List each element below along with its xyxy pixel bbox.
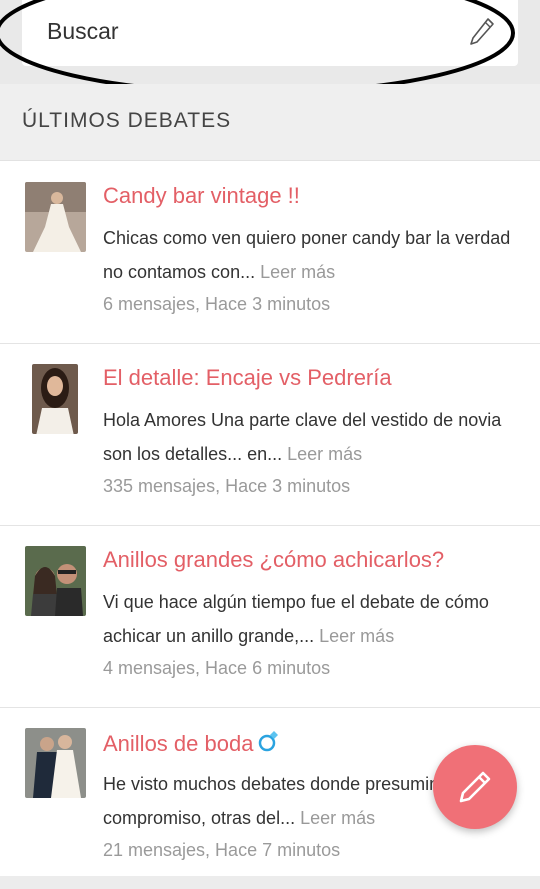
avatar	[25, 546, 86, 616]
pencil-icon	[459, 771, 491, 803]
section-header: ÚLTIMOS DEBATES	[0, 84, 540, 160]
section-title: ÚLTIMOS DEBATES	[22, 109, 232, 132]
read-more-link[interactable]: Leer más	[319, 626, 394, 646]
list-item[interactable]: Anillos grandes ¿cómo achicarlos? Vi que…	[0, 525, 540, 708]
avatar	[25, 182, 86, 252]
pencil-icon[interactable]	[468, 16, 496, 48]
read-more-link[interactable]: Leer más	[260, 262, 335, 282]
avatar	[32, 364, 78, 434]
debate-meta: 6 mensajes, Hace 3 minutos	[103, 294, 331, 314]
list-item[interactable]: Candy bar vintage !! Chicas como ven qui…	[0, 161, 540, 344]
new-debate-button[interactable]	[433, 745, 517, 829]
search-placeholder: Buscar	[47, 18, 119, 44]
ring-icon	[257, 729, 279, 759]
debate-title[interactable]: El detalle: Encaje vs Pedrería	[103, 365, 392, 391]
search-area: Buscar	[0, 0, 540, 95]
debate-meta: 4 mensajes, Hace 6 minutos	[103, 658, 331, 678]
read-more-link[interactable]: Leer más	[300, 808, 375, 828]
read-more-link[interactable]: Leer más	[287, 444, 362, 464]
debate-meta: 21 mensajes, Hace 7 minutos	[103, 840, 341, 860]
debate-title[interactable]: Anillos de boda	[103, 729, 279, 759]
debate-meta: 335 mensajes, Hace 3 minutos	[103, 476, 351, 496]
debate-excerpt: Chicas como ven quiero poner candy bar l…	[103, 228, 511, 282]
debate-excerpt: Hola Amores Una parte clave del vestido …	[103, 410, 502, 464]
list-item[interactable]: El detalle: Encaje vs Pedrería Hola Amor…	[0, 343, 540, 526]
debate-title[interactable]: Anillos grandes ¿cómo achicarlos?	[103, 547, 444, 573]
debate-title[interactable]: Candy bar vintage !!	[103, 183, 300, 209]
debate-excerpt: Vi que hace algún tiempo fue el debate d…	[103, 592, 489, 646]
search-input[interactable]: Buscar	[22, 0, 518, 66]
avatar	[25, 728, 86, 798]
